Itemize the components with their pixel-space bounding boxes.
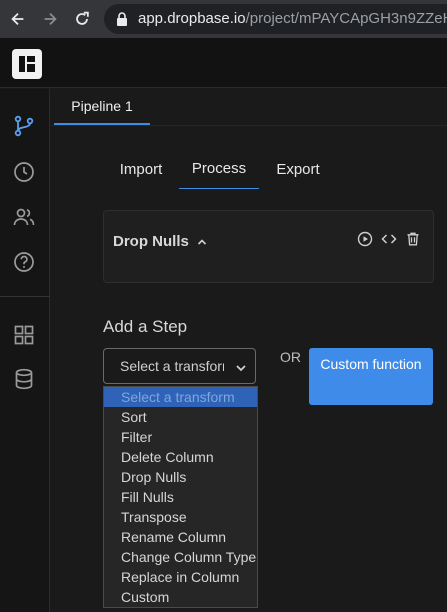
dropdown-option[interactable]: Filter: [104, 427, 257, 447]
dropdown-option[interactable]: Delete Column: [104, 447, 257, 467]
apps-grid-icon[interactable]: [11, 322, 37, 348]
step-title[interactable]: Drop Nulls: [113, 233, 207, 251]
url-text: app.dropbase.io/project/mPAYCApGH3n9ZZeH: [138, 10, 447, 27]
app-header: [0, 38, 447, 88]
address-bar[interactable]: app.dropbase.io/project/mPAYCApGH3n9ZZeH: [104, 4, 447, 34]
step-actions: [357, 231, 421, 247]
dropbase-logo[interactable]: [12, 49, 42, 79]
forward-arrow-icon[interactable]: [40, 9, 60, 29]
reload-icon[interactable]: [72, 9, 92, 29]
tab-process[interactable]: Process: [179, 149, 259, 189]
dropdown-option[interactable]: Replace in Column: [104, 567, 257, 587]
tab-export[interactable]: Export: [265, 149, 331, 189]
browser-toolbar: app.dropbase.io/project/mPAYCApGH3n9ZZeH: [0, 0, 447, 38]
pipeline-branch-icon[interactable]: [11, 113, 37, 139]
help-question-icon[interactable]: [11, 249, 37, 275]
chevron-down-icon: [235, 361, 247, 373]
sidebar-divider: [0, 296, 50, 297]
main-panel: Pipeline 1 Import Process Export Drop Nu…: [51, 89, 447, 612]
trash-icon[interactable]: [405, 231, 421, 247]
dropdown-option[interactable]: Transpose: [104, 507, 257, 527]
history-clock-icon[interactable]: [11, 159, 37, 185]
transform-dropdown-list: Select a transform Sort Filter Delete Co…: [103, 386, 258, 608]
tab-bar-divider: [51, 125, 447, 126]
tab-pipeline-1[interactable]: Pipeline 1: [54, 89, 150, 125]
dropdown-option[interactable]: Sort: [104, 407, 257, 427]
code-icon[interactable]: [381, 231, 397, 247]
transform-select[interactable]: Select a transform: [103, 348, 256, 384]
lock-icon: [116, 12, 128, 26]
dropdown-option[interactable]: Rename Column: [104, 527, 257, 547]
select-value: Select a transform: [120, 358, 224, 374]
dropdown-option[interactable]: Select a transform: [104, 387, 257, 407]
add-step-heading: Add a Step: [103, 317, 188, 336]
users-icon[interactable]: [11, 204, 37, 230]
database-icon[interactable]: [11, 366, 37, 392]
or-label: OR: [280, 349, 301, 365]
run-play-icon[interactable]: [357, 231, 373, 247]
dropdown-option[interactable]: Fill Nulls: [104, 487, 257, 507]
chevron-up-icon[interactable]: [197, 234, 207, 251]
back-arrow-icon[interactable]: [8, 9, 28, 29]
sidebar: [0, 89, 50, 612]
tab-import[interactable]: Import: [109, 149, 173, 189]
dropdown-option[interactable]: Change Column Type: [104, 547, 257, 567]
dropdown-option[interactable]: Drop Nulls: [104, 467, 257, 487]
step-title-text: Drop Nulls: [113, 233, 189, 250]
step-card-drop-nulls: Drop Nulls: [103, 210, 434, 283]
dropdown-option[interactable]: Custom: [104, 587, 257, 607]
custom-function-button[interactable]: Custom function: [309, 348, 433, 405]
